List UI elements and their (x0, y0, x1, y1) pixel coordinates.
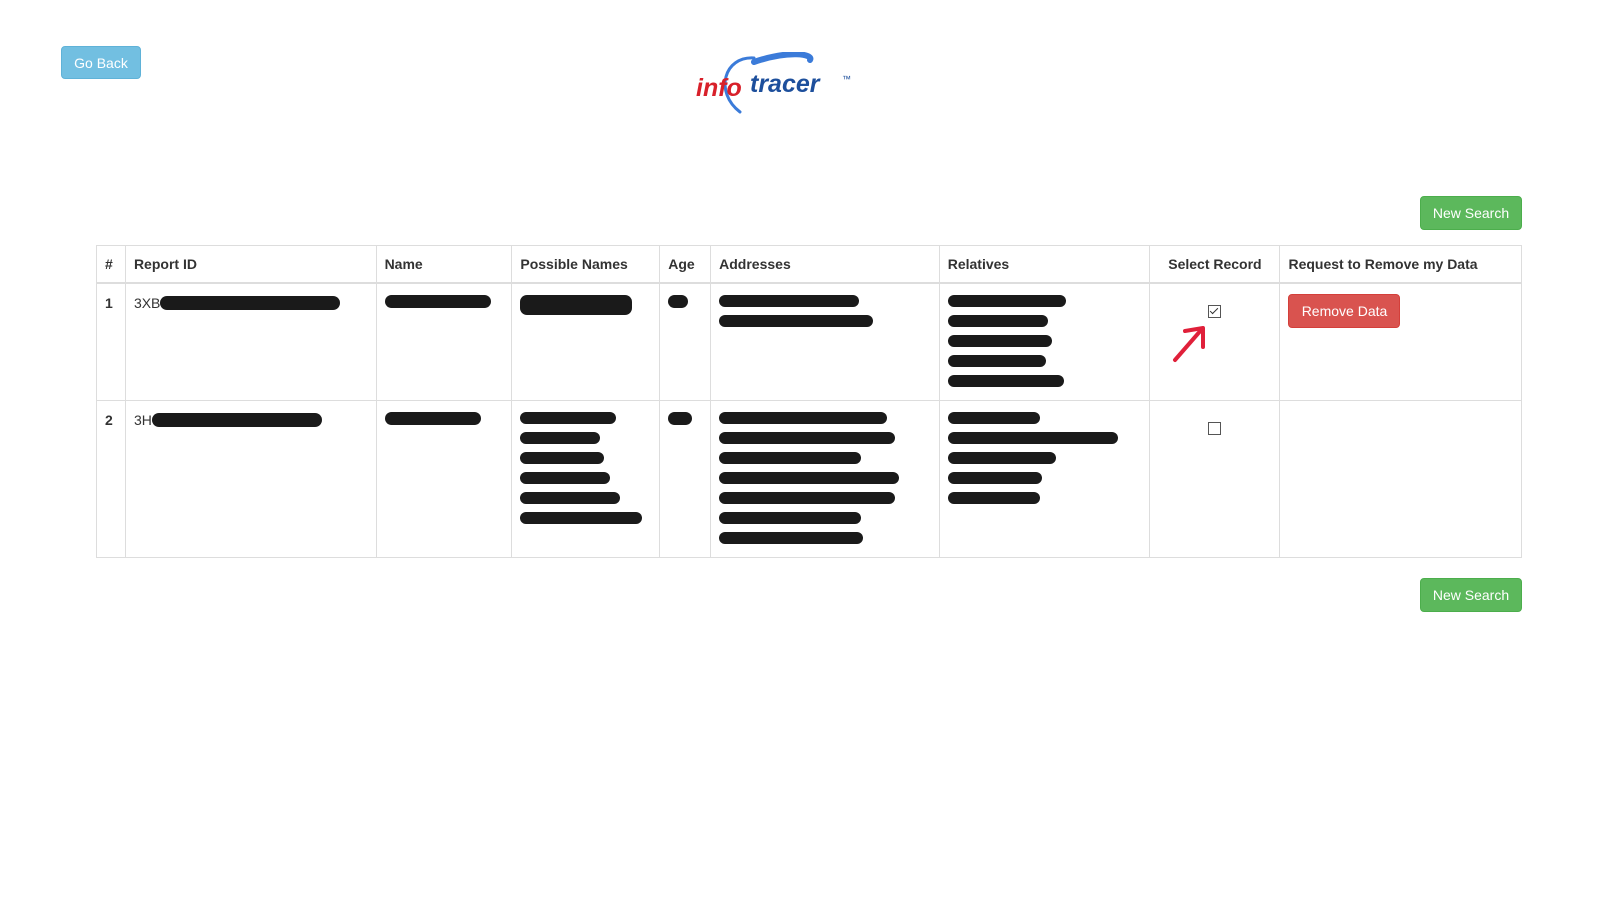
red-arrow-icon (1173, 326, 1205, 362)
redaction-mark (947, 355, 1046, 367)
redaction-mark (384, 411, 481, 425)
table-row: 1 3XB Remove Data (96, 282, 1522, 401)
new-search-button-top[interactable]: New Search (1420, 196, 1522, 230)
possible-names-cell (511, 282, 661, 401)
report-id-cell: 3H (124, 399, 377, 558)
relatives-cell (938, 399, 1151, 558)
redaction-mark (160, 296, 341, 310)
redaction-mark (520, 295, 633, 315)
col-remove-request: Request to Remove my Data (1279, 245, 1522, 284)
logo-tracer-text: tracer (750, 70, 821, 98)
age-cell (659, 399, 712, 558)
redaction-mark (947, 335, 1052, 347)
redaction-mark (947, 491, 1040, 504)
addresses-cell (710, 282, 940, 401)
col-number: # (96, 245, 126, 284)
age-cell (659, 282, 712, 401)
redaction-mark (719, 491, 896, 504)
redaction-mark (947, 431, 1118, 444)
redaction-mark (947, 295, 1066, 307)
select-record-cell (1149, 282, 1281, 401)
redaction-mark (947, 375, 1064, 387)
col-possible-names: Possible Names (511, 245, 661, 284)
select-record-cell (1149, 399, 1281, 558)
redaction-mark (719, 411, 888, 424)
possible-names-cell (511, 399, 661, 558)
go-back-button[interactable]: Go Back (61, 46, 141, 79)
redaction-mark (520, 511, 643, 524)
redaction-mark (719, 511, 862, 524)
col-report-id: Report ID (124, 245, 377, 284)
col-addresses: Addresses (710, 245, 940, 284)
checkbox-empty-icon[interactable] (1208, 421, 1222, 435)
redaction-mark (151, 412, 322, 427)
infotracer-logo: info tracer ™ (696, 52, 851, 114)
redaction-mark (719, 531, 864, 544)
col-name: Name (375, 245, 513, 284)
redaction-mark (520, 491, 621, 504)
logo-trademark: ™ (842, 74, 851, 84)
redaction-mark (947, 471, 1042, 484)
go-back-label: Go Back (74, 54, 128, 71)
new-search-label: New Search (1432, 587, 1510, 603)
row-number: 2 (96, 399, 126, 558)
new-search-label: New Search (1432, 205, 1510, 221)
relatives-cell (938, 282, 1151, 401)
redaction-mark (947, 411, 1040, 424)
table-row: 2 3H (96, 399, 1522, 558)
redaction-mark (520, 411, 617, 424)
logo-info-text: info (696, 74, 742, 102)
results-table: # Report ID Name Possible Names Age Addr… (96, 245, 1522, 558)
name-cell (375, 399, 513, 558)
remove-request-cell: Remove Data (1279, 282, 1522, 401)
redaction-mark (520, 471, 611, 484)
row-number: 1 (96, 282, 126, 401)
col-select-record: Select Record (1149, 245, 1281, 284)
redaction-mark (520, 451, 605, 464)
redaction-mark (384, 295, 491, 308)
redaction-mark (719, 315, 874, 327)
redaction-mark (668, 411, 693, 425)
remove-data-label: Remove Data (1301, 303, 1388, 319)
report-id-cell: 3XB (124, 282, 377, 401)
redaction-mark (719, 431, 896, 444)
table-header-row: # Report ID Name Possible Names Age Addr… (96, 245, 1522, 284)
addresses-cell (710, 399, 940, 558)
col-age: Age (659, 245, 712, 284)
remove-request-cell (1279, 399, 1522, 558)
redaction-mark (719, 451, 862, 464)
name-cell (375, 282, 513, 401)
checkbox-checked-icon[interactable] (1208, 305, 1222, 318)
report-id-prefix: 3H (133, 411, 152, 428)
new-search-button-bottom[interactable]: New Search (1420, 578, 1522, 612)
remove-data-button[interactable]: Remove Data (1288, 294, 1401, 328)
redaction-mark (947, 451, 1056, 464)
col-relatives: Relatives (938, 245, 1151, 284)
redaction-mark (719, 471, 900, 484)
report-id-prefix: 3XB (133, 295, 161, 311)
redaction-mark (947, 315, 1048, 327)
redaction-mark (719, 295, 860, 307)
redaction-mark (520, 431, 601, 444)
redaction-mark (668, 295, 689, 308)
